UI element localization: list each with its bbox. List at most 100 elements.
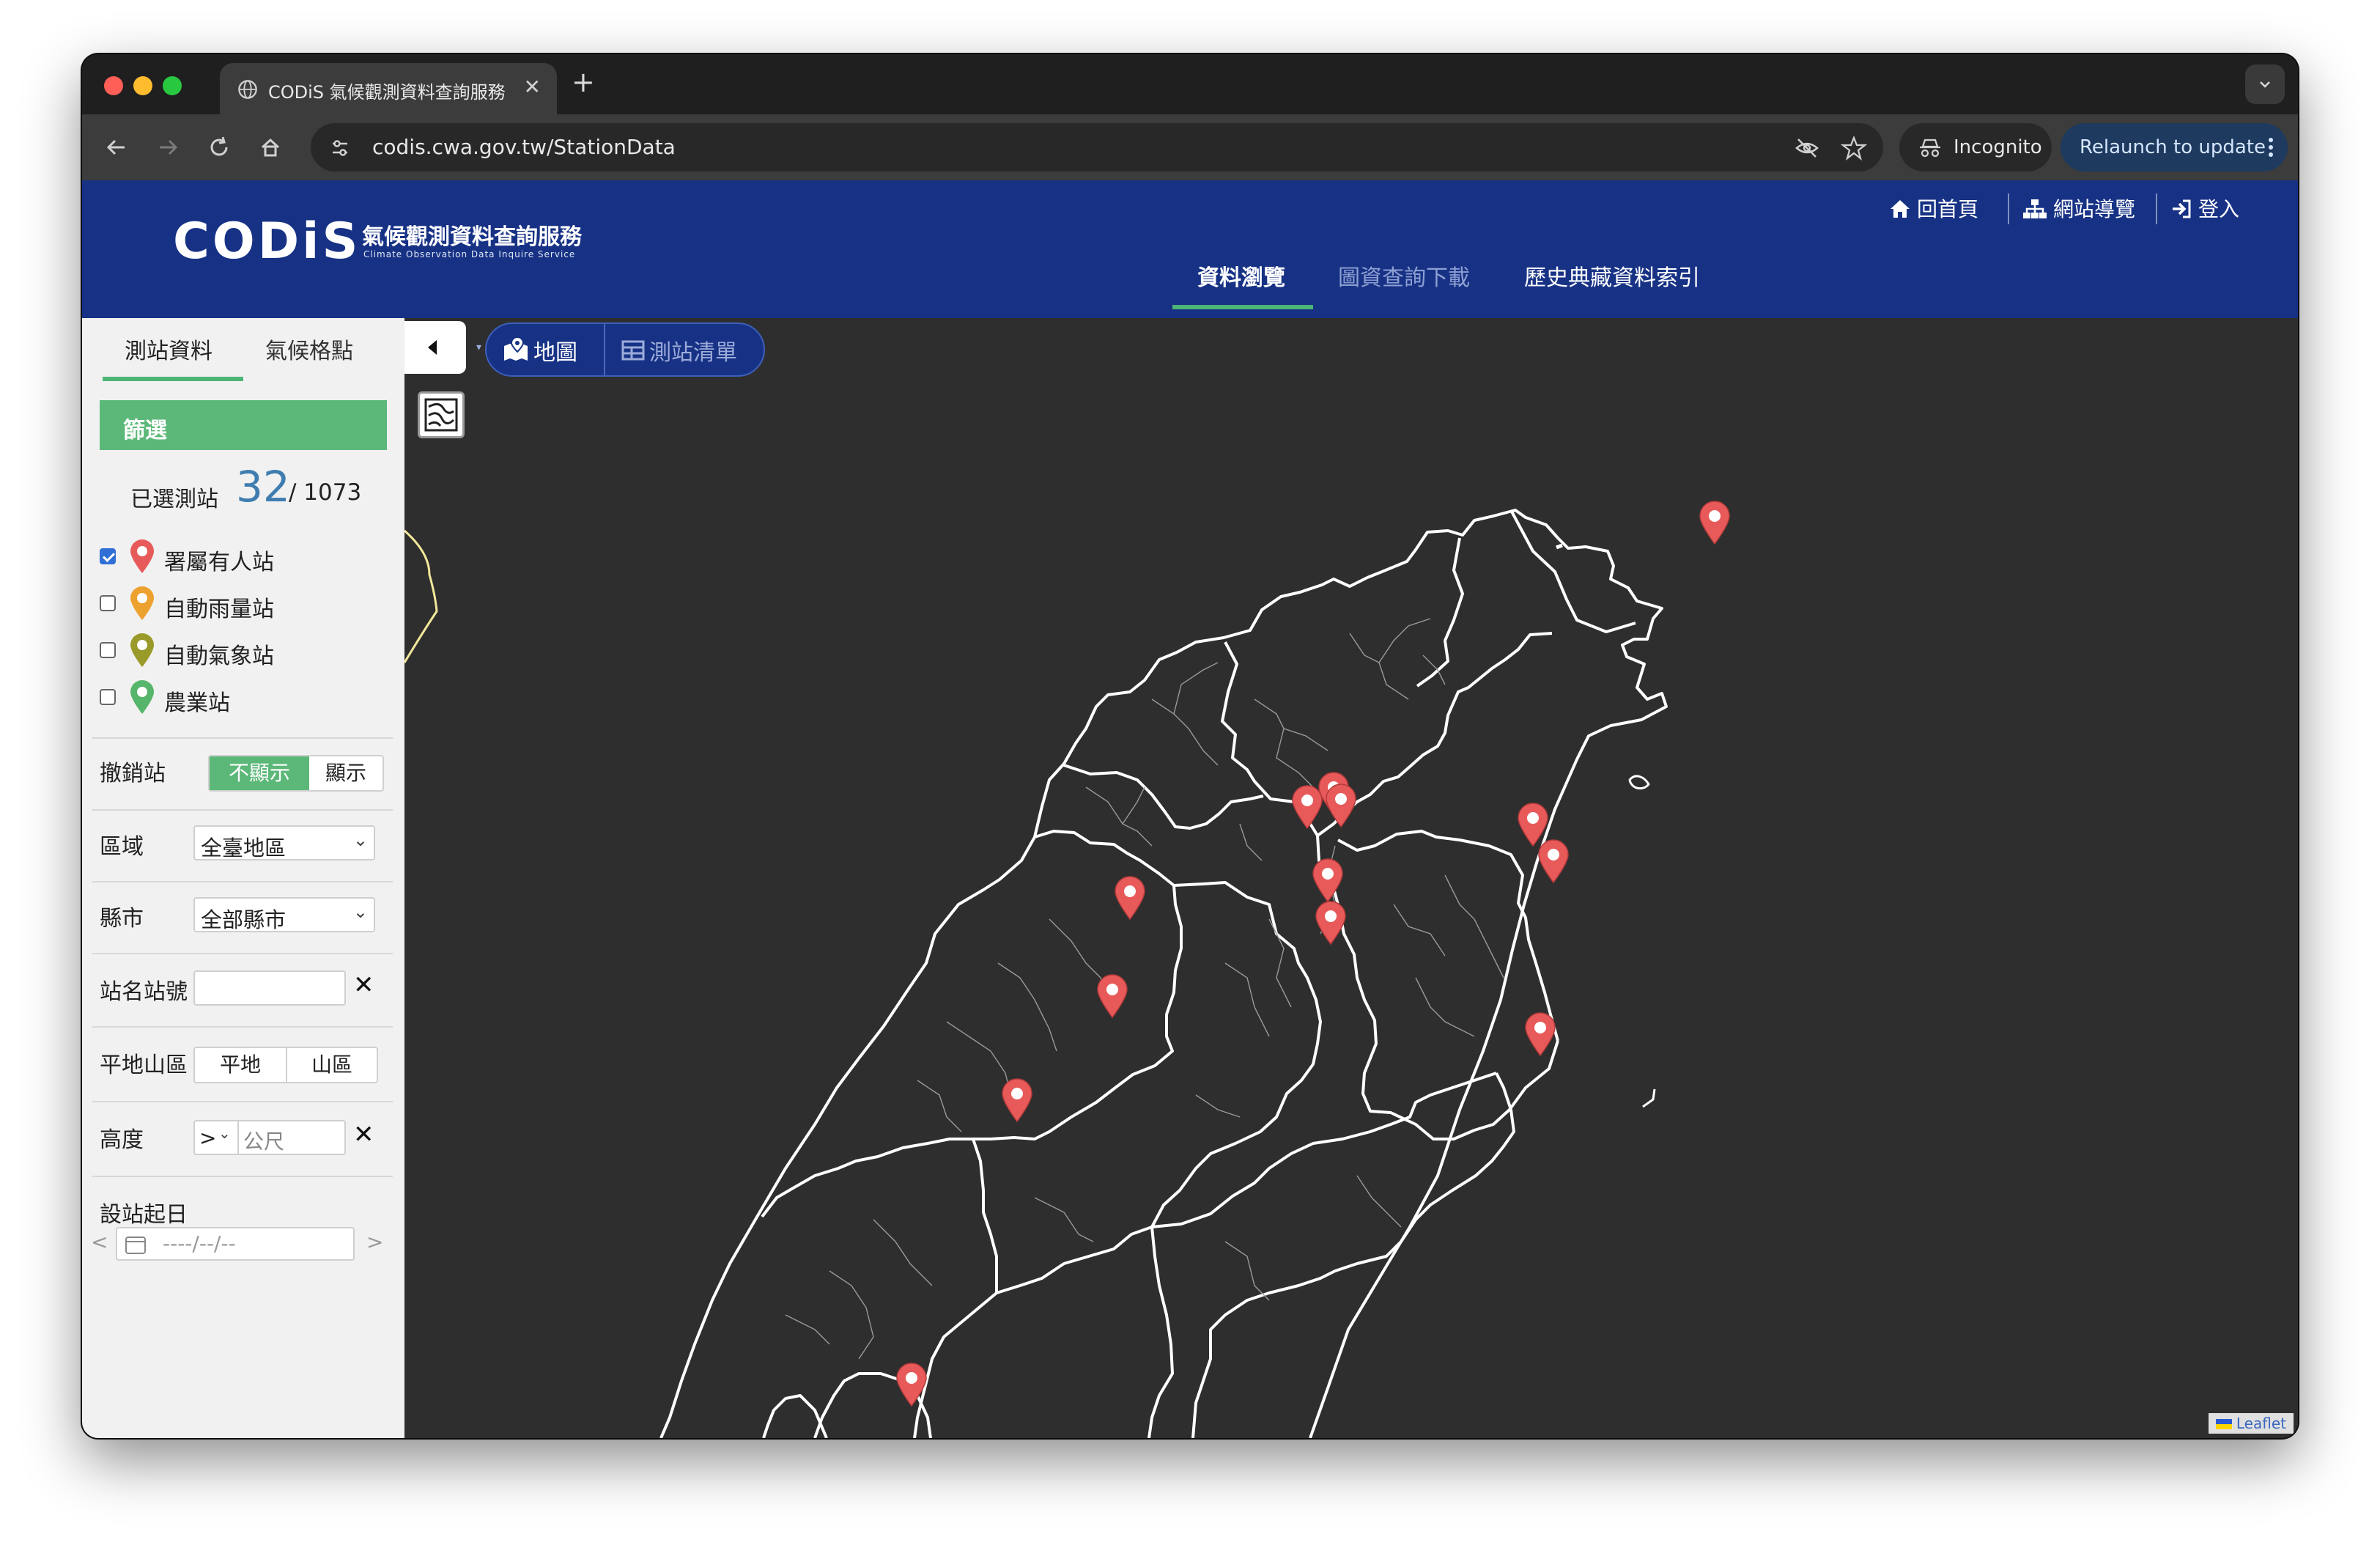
tab-search-button[interactable] [2245, 64, 2285, 104]
checkbox[interactable] [100, 642, 116, 658]
divider [92, 881, 393, 882]
divider [2156, 194, 2157, 224]
start-date-label: 設站起日 [100, 1202, 188, 1228]
date-next-button[interactable]: > [366, 1230, 383, 1254]
close-tab-icon[interactable]: ✕ [524, 75, 541, 99]
revoked-label: 撤銷站 [100, 761, 166, 786]
brand-subtitle: Climate Observation Data Inquire Service [363, 249, 576, 259]
revoked-show-option[interactable]: 顯示 [309, 756, 382, 790]
start-date-input[interactable]: ----/--/-- [116, 1227, 355, 1261]
station-type-label: 農業站 [164, 690, 230, 716]
checkbox[interactable] [100, 689, 116, 705]
divider [92, 953, 393, 954]
county-label: 縣市 [100, 906, 144, 932]
selected-stations-label: 已選測站 [130, 487, 218, 512]
station-marker[interactable] [1115, 876, 1145, 921]
station-marker[interactable] [1097, 974, 1128, 1019]
terrain-flat-option[interactable]: 平地 [195, 1048, 287, 1082]
region-value: 全臺地區 [201, 836, 287, 860]
station-marker-layer [896, 501, 1730, 1407]
station-marker[interactable] [896, 1363, 927, 1407]
station-type-label: 自動氣象站 [164, 644, 274, 669]
brand-title: 氣候觀測資料查詢服務 [362, 224, 582, 250]
station-marker[interactable] [1292, 785, 1323, 830]
leaflet-link[interactable]: Leaflet [2236, 1415, 2286, 1432]
incognito-indicator[interactable]: Incognito [1899, 123, 2052, 172]
date-prev-button[interactable]: < [91, 1230, 108, 1254]
checkbox[interactable] [100, 595, 116, 611]
chevron-down-icon: ⌄ [352, 902, 368, 922]
back-icon[interactable] [98, 129, 135, 166]
browser-window: CODiS 氣候觀測資料查詢服務 ✕ + codis.cwa.gov.tw/St… [82, 54, 2298, 1438]
sign-in-icon [2173, 199, 2191, 218]
map-pin-icon [130, 680, 154, 714]
divider [92, 737, 393, 739]
site-logo[interactable]: CODiS [173, 213, 361, 270]
station-type-label: 署屬有人站 [164, 550, 274, 575]
reload-icon[interactable] [201, 129, 237, 166]
station-marker[interactable] [1518, 803, 1548, 847]
divider [2008, 194, 2009, 224]
maximize-window-button[interactable] [163, 76, 182, 95]
nav-archive-index[interactable]: 歷史典藏資料索引 [1524, 259, 1700, 292]
station-marker[interactable] [1699, 501, 1730, 545]
sitemap-icon [2023, 199, 2047, 218]
tab-climate-grid[interactable]: 氣候格點 [265, 333, 353, 365]
map-pin-icon [130, 633, 154, 667]
divider [92, 1101, 393, 1102]
station-map[interactable]: 地圖 測站清單 ▾ Leaflet [404, 318, 2298, 1438]
relaunch-label: Relaunch to update [2080, 136, 2266, 158]
terrain-mountain-option[interactable]: 山區 [287, 1048, 377, 1082]
nav-data-browse[interactable]: 資料瀏覽 [1197, 259, 1285, 292]
station-marker[interactable] [1538, 839, 1569, 884]
browser-tab[interactable]: CODiS 氣候觀測資料查詢服務 ✕ [220, 63, 557, 114]
county-select[interactable]: 全部縣市 ⌄ [193, 897, 375, 932]
terrain-toggle: 平地 山區 [193, 1047, 378, 1083]
divider [92, 1026, 393, 1028]
clear-station-name-icon[interactable]: ✕ [353, 970, 374, 1000]
nav-map-download[interactable]: 圖資查詢下載 [1338, 259, 1470, 292]
revoked-toggle: 不顯示 顯示 [208, 755, 384, 792]
login-link-label: 登入 [2198, 197, 2240, 221]
home-icon[interactable] [252, 129, 289, 166]
divider [237, 1121, 239, 1154]
active-tab-indicator [103, 377, 243, 381]
revoked-hide-option[interactable]: 不顯示 [210, 756, 309, 790]
station-marker[interactable] [1326, 784, 1356, 828]
altitude-input[interactable]: 公尺 [243, 1126, 284, 1155]
site-info-icon[interactable] [328, 136, 352, 160]
page-content: CODiS 氣候觀測資料查詢服務 Climate Observation Dat… [82, 180, 2298, 1438]
region-label: 區域 [100, 834, 144, 860]
close-window-button[interactable] [104, 76, 123, 95]
minimize-window-button[interactable] [133, 76, 152, 95]
new-tab-button[interactable]: + [572, 66, 595, 98]
altitude-group: > ⌄ 公尺 [193, 1120, 346, 1155]
clear-altitude-icon[interactable]: ✕ [353, 1120, 374, 1149]
filter-sidebar: 測站資料 氣候格點 篩選 已選測站 32 / 1073 署屬有人站 自動雨量站 … [82, 318, 404, 1438]
station-marker[interactable] [1002, 1078, 1032, 1123]
checkbox[interactable] [100, 548, 116, 564]
tab-title: CODiS 氣候觀測資料查詢服務 [268, 82, 506, 103]
station-name-label: 站名站號 [100, 979, 188, 1005]
map-attribution[interactable]: Leaflet [2208, 1413, 2294, 1434]
station-name-input[interactable] [193, 970, 346, 1006]
bookmark-star-icon[interactable] [1841, 135, 1867, 161]
more-vert-icon[interactable] [2267, 136, 2274, 158]
sitemap-link-label: 網站導覽 [2053, 197, 2136, 221]
site-header: CODiS 氣候觀測資料查詢服務 Climate Observation Dat… [82, 180, 2298, 318]
forward-icon[interactable] [149, 129, 186, 166]
station-marker[interactable] [1525, 1012, 1556, 1057]
station-marker[interactable] [1315, 901, 1346, 946]
station-marker[interactable] [1312, 858, 1343, 903]
date-placeholder: ----/--/-- [163, 1231, 236, 1256]
relaunch-button[interactable]: Relaunch to update [2061, 123, 2288, 172]
region-select[interactable]: 全臺地區 ⌄ [193, 825, 375, 860]
station-type-label: 自動雨量站 [164, 597, 274, 622]
active-nav-indicator [1172, 305, 1313, 309]
calendar-icon [125, 1236, 146, 1254]
altitude-operator-select[interactable]: > [199, 1126, 216, 1150]
eye-off-icon[interactable] [1794, 135, 1820, 161]
selected-stations-count: 32 [236, 462, 290, 512]
tab-station-data[interactable]: 測站資料 [125, 333, 212, 365]
address-bar[interactable]: codis.cwa.gov.tw/StationData [311, 123, 1883, 172]
